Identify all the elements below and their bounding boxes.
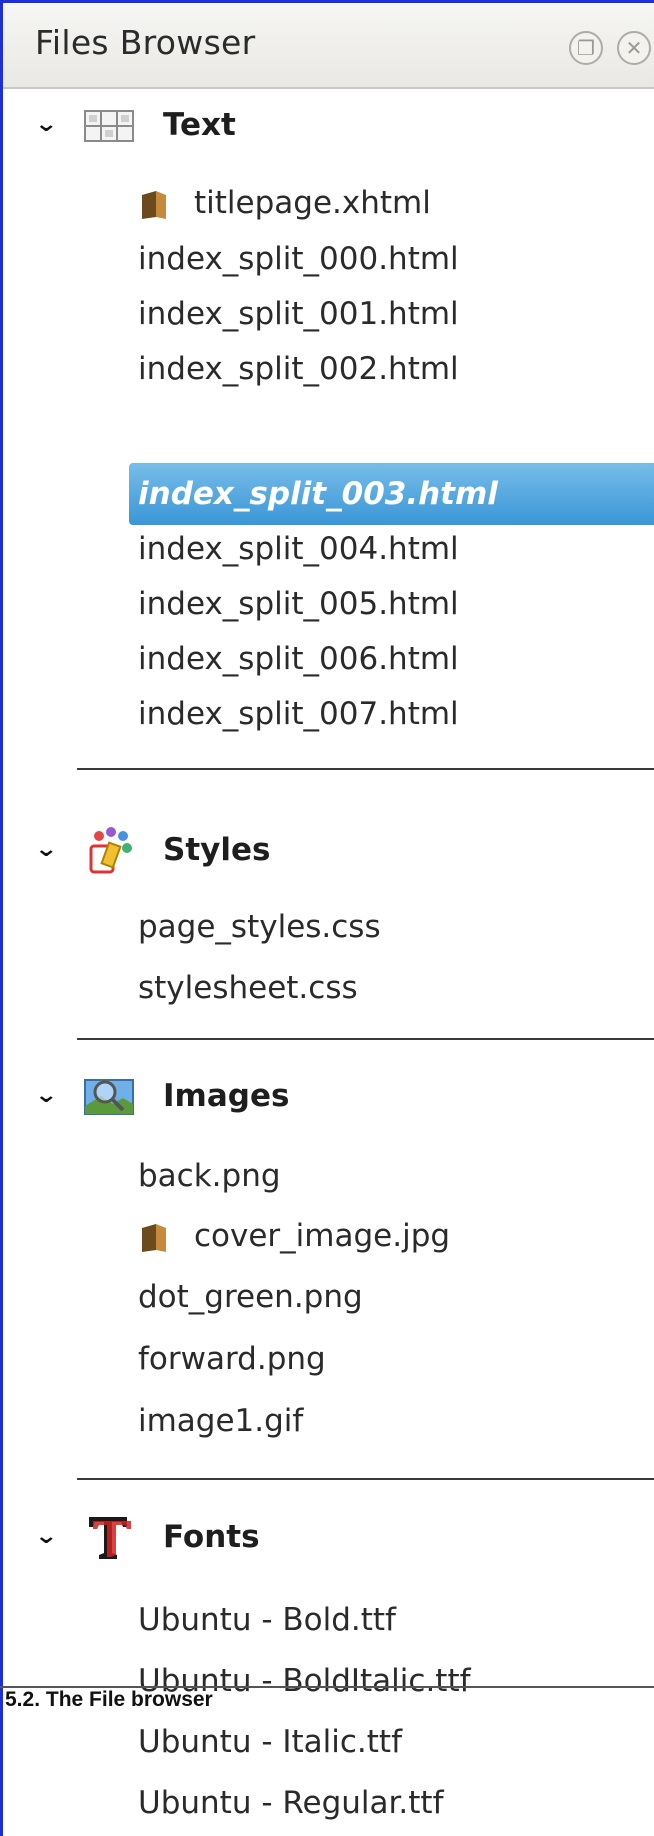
file-item[interactable]: forward.png [138, 1329, 654, 1389]
file-item[interactable]: image1.gif [138, 1391, 654, 1451]
book-icon [142, 190, 166, 219]
file-item[interactable]: cover_image.jpg [138, 1206, 654, 1266]
book-icon [142, 1223, 166, 1252]
file-item[interactable]: Ubuntu - Bold.ttf [138, 1590, 654, 1650]
chevron-down-icon[interactable]: ⌄ [34, 1066, 58, 1126]
panel-titlebar[interactable]: Files Browser ❐ ✕ [3, 3, 654, 89]
font-t-icon [89, 1517, 131, 1559]
category-images[interactable]: ⌄ Images [3, 1066, 654, 1126]
file-item[interactable]: index_split_007.html [138, 684, 654, 744]
figure-caption: 5.2. The File browser [5, 1688, 213, 1711]
file-item[interactable]: stylesheet.css [138, 958, 654, 1018]
file-item[interactable]: index_split_006.html [138, 629, 654, 689]
chevron-down-icon[interactable]: ⌄ [34, 1507, 58, 1567]
image-magnifier-icon [84, 1079, 134, 1115]
category-divider [77, 1478, 654, 1480]
file-item-selected[interactable]: index_split_003.html [138, 464, 654, 524]
category-label: Images [163, 1078, 290, 1114]
category-fonts[interactable]: ⌄ Fonts [3, 1507, 654, 1567]
category-divider [77, 1038, 654, 1040]
files-browser-panel: Files Browser ❐ ✕ ⌄ Text titlepage.xhtml… [0, 0, 654, 1836]
file-item[interactable]: titlepage.xhtml [138, 173, 654, 233]
file-item[interactable]: Ubuntu - Italic.ttf [138, 1712, 654, 1772]
file-item[interactable]: index_split_000.html [138, 229, 654, 289]
file-item[interactable]: dot_green.png [138, 1267, 654, 1327]
file-item[interactable]: index_split_001.html [138, 284, 654, 344]
panel-title: Files Browser [35, 23, 256, 62]
category-label: Styles [163, 832, 271, 868]
file-item[interactable]: index_split_005.html [138, 574, 654, 634]
styles-palette-icon [89, 827, 132, 874]
category-text[interactable]: ⌄ Text [3, 95, 654, 155]
chevron-down-icon[interactable]: ⌄ [34, 95, 58, 155]
category-styles[interactable]: ⌄ Styles [3, 820, 654, 880]
file-item[interactable]: index_split_004.html [138, 519, 654, 579]
chevron-down-icon[interactable]: ⌄ [34, 820, 58, 880]
category-divider [77, 768, 654, 770]
category-label: Fonts [163, 1519, 260, 1555]
category-label: Text [163, 107, 236, 143]
file-item[interactable]: Ubuntu - Regular.ttf [138, 1773, 654, 1833]
text-grid-icon [84, 110, 134, 142]
file-item[interactable]: page_styles.css [138, 897, 654, 957]
file-item[interactable]: Ubuntu - BoldItalic.ttf [138, 1651, 654, 1711]
close-icon[interactable]: ✕ [617, 31, 651, 65]
restore-window-icon[interactable]: ❐ [569, 31, 603, 65]
file-item[interactable]: index_split_002.html [138, 339, 654, 399]
file-item[interactable]: back.png [138, 1146, 654, 1206]
